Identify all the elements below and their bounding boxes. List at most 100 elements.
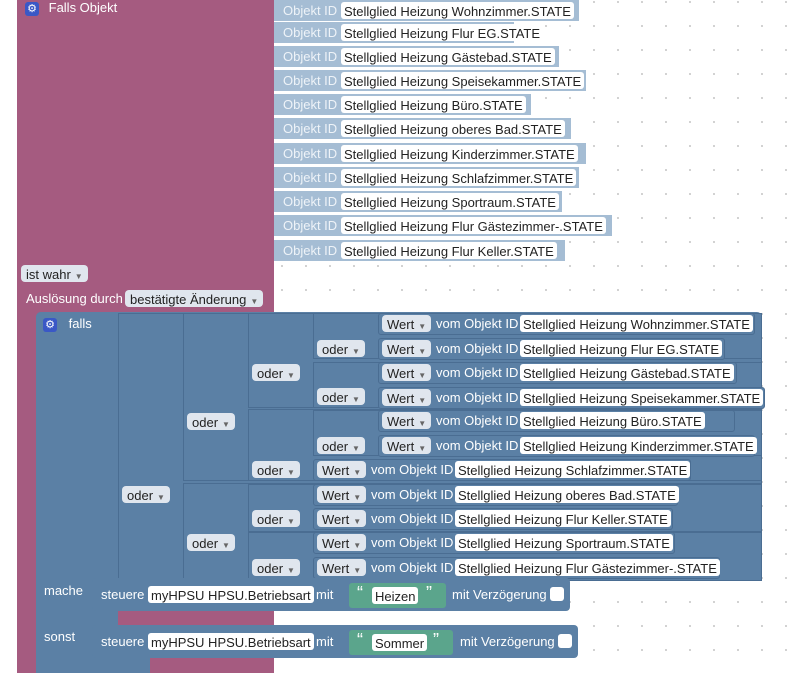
delay-checkbox[interactable]: [558, 634, 572, 648]
oder-dropdown[interactable]: oder ▼: [122, 486, 170, 503]
triangle-down-icon: ▼: [287, 566, 295, 575]
delay-checkbox[interactable]: [550, 587, 564, 601]
triangle-down-icon: ▼: [418, 322, 427, 331]
steuere-target-field[interactable]: myHPSU HPSU.Betriebsart: [148, 586, 314, 603]
wert-dropdown[interactable]: Wert ▼: [382, 364, 432, 381]
wert-dropdown[interactable]: Wert ▼: [382, 389, 432, 406]
sommer-field[interactable]: Sommer: [372, 634, 428, 651]
wert-dropdown[interactable]: Wert ▼: [317, 534, 367, 551]
object-id-field[interactable]: Stellglied Heizung Wohnzimmer.STATE: [341, 2, 574, 19]
condition-object-field[interactable]: Stellglied Heizung Büro.STATE: [520, 412, 705, 429]
wert-dropdown[interactable]: Wert ▼: [382, 315, 432, 332]
condition-dropdown[interactable]: ist wahr ▼: [21, 265, 88, 282]
object-id-field[interactable]: Stellglied Heizung Kinderzimmer.STATE: [341, 145, 578, 162]
vom-objekt-label: vom Objekt ID: [436, 341, 519, 356]
condition-object-field[interactable]: Stellglied Heizung Gästebad.STATE: [520, 364, 734, 381]
wert-dropdown[interactable]: Wert ▼: [317, 461, 367, 478]
condition-object-field[interactable]: Stellglied Heizung Wohnzimmer.STATE: [520, 315, 753, 332]
oder-dropdown[interactable]: oder ▼: [252, 559, 300, 576]
object-id-field[interactable]: Stellglied Heizung Flur EG.STATE: [341, 24, 544, 41]
object-id-field[interactable]: Stellglied Heizung oberes Bad.STATE: [341, 120, 565, 137]
object-id-field[interactable]: Stellglied Heizung Sportraum.STATE: [341, 193, 559, 210]
condition-object-field[interactable]: Stellglied Heizung Flur Gästezimmer-.STA…: [455, 559, 720, 576]
oder-text: oder: [257, 512, 284, 527]
heizen-field[interactable]: Heizen: [372, 587, 419, 604]
wert-text: Wert: [322, 488, 350, 503]
vom-objekt-label: vom Objekt ID: [436, 365, 519, 380]
object-id-label: Objekt ID: [283, 3, 338, 18]
oder-dropdown[interactable]: oder ▼: [252, 461, 300, 478]
triangle-down-icon: ▼: [74, 272, 83, 281]
object-id-field[interactable]: Stellglied Heizung Büro.STATE: [341, 96, 526, 113]
condition-object-field[interactable]: Stellglied Heizung Speisekammer.STATE: [520, 389, 764, 406]
triangle-down-icon: ▼: [352, 444, 360, 453]
triangle-down-icon: ▼: [250, 297, 259, 306]
vom-objekt-label: vom Objekt ID: [371, 462, 454, 477]
triangle-down-icon: ▼: [353, 468, 362, 477]
wert-text: Wert: [322, 512, 350, 527]
wert-text: Wert: [322, 536, 350, 551]
condition-object-field[interactable]: Stellglied Heizung oberes Bad.STATE: [455, 486, 679, 503]
trigger-dropdown[interactable]: bestätigte Änderung ▼: [125, 290, 264, 307]
object-id-label: Objekt ID: [283, 194, 338, 209]
vom-objekt-label: vom Objekt ID: [371, 535, 454, 550]
oder-dropdown[interactable]: oder ▼: [187, 413, 235, 430]
wert-dropdown[interactable]: Wert ▼: [382, 412, 432, 429]
wert-dropdown[interactable]: Wert ▼: [317, 486, 367, 503]
wert-dropdown[interactable]: Wert ▼: [317, 559, 367, 576]
triangle-down-icon: ▼: [418, 444, 427, 453]
gear-icon[interactable]: ⚙: [25, 1, 39, 16]
oder-text: oder: [322, 342, 349, 357]
triangle-down-icon: ▼: [287, 371, 295, 380]
triangle-down-icon: ▼: [353, 517, 362, 526]
condition-object-field[interactable]: Stellglied Heizung Schlafzimmer.STATE: [455, 461, 691, 478]
object-id-field[interactable]: Stellglied Heizung Flur Gästezimmer-.STA…: [341, 217, 606, 234]
vom-objekt-label: vom Objekt ID: [436, 390, 519, 405]
oder-text: oder: [127, 488, 154, 503]
oder-dropdown[interactable]: oder ▼: [252, 510, 300, 527]
vom-objekt-label: vom Objekt ID: [436, 316, 519, 331]
object-id-field[interactable]: Stellglied Heizung Flur Keller.STATE: [341, 242, 557, 259]
oder-text: oder: [192, 536, 219, 551]
vom-objekt-label: vom Objekt ID: [371, 560, 454, 575]
mit-label: mit: [316, 587, 334, 602]
vom-objekt-label: vom Objekt ID: [436, 438, 519, 453]
condition-object-field[interactable]: Stellglied Heizung Flur EG.STATE: [520, 340, 723, 357]
object-id-field[interactable]: Stellglied Heizung Gästebad.STATE: [341, 48, 555, 65]
oder-dropdown[interactable]: oder ▼: [317, 340, 365, 357]
triangle-down-icon: ▼: [418, 371, 427, 380]
steuere-target-field[interactable]: myHPSU HPSU.Betriebsart: [148, 633, 314, 650]
condition-object-field[interactable]: Stellglied Heizung Sportraum.STATE: [455, 534, 673, 551]
wert-text: Wert: [387, 366, 415, 381]
object-id-label: Objekt ID: [283, 49, 338, 64]
triangle-down-icon: ▼: [222, 541, 230, 550]
vom-objekt-label: vom Objekt ID: [436, 413, 519, 428]
delay-label: mit Verzögerung: [452, 587, 547, 602]
triangle-down-icon: ▼: [287, 517, 295, 526]
oder-dropdown[interactable]: oder ▼: [317, 388, 365, 405]
oder-text: oder: [322, 390, 349, 405]
open-quote-icon: “: [357, 630, 363, 650]
wert-text: Wert: [387, 317, 415, 332]
wert-dropdown[interactable]: Wert ▼: [382, 340, 432, 357]
object-id-field[interactable]: Stellglied Heizung Speisekammer.STATE: [341, 72, 585, 89]
oder-dropdown[interactable]: oder ▼: [187, 534, 235, 551]
vom-objekt-label: vom Objekt ID: [371, 511, 454, 526]
object-id-field[interactable]: Stellglied Heizung Schlafzimmer.STATE: [341, 169, 577, 186]
falls-objekt-header: ⚙ Falls Objekt: [25, 0, 117, 16]
gear-icon[interactable]: ⚙: [43, 317, 57, 332]
wert-text: Wert: [387, 414, 415, 429]
wert-dropdown[interactable]: Wert ▼: [382, 437, 432, 454]
condition-object-field[interactable]: Stellglied Heizung Kinderzimmer.STATE: [520, 437, 757, 454]
object-id-label: Objekt ID: [283, 146, 338, 161]
triangle-down-icon: ▼: [353, 541, 362, 550]
oder-dropdown[interactable]: oder ▼: [252, 364, 300, 381]
wert-text: Wert: [387, 439, 415, 454]
oder-dropdown[interactable]: oder ▼: [317, 437, 365, 454]
if-else-block-foot: [36, 658, 150, 673]
oder-text: oder: [257, 366, 284, 381]
object-id-label: Objekt ID: [283, 121, 338, 136]
condition-object-field[interactable]: Stellglied Heizung Flur Keller.STATE: [455, 510, 671, 527]
steuere-label: steuere: [101, 634, 145, 649]
wert-dropdown[interactable]: Wert ▼: [317, 510, 367, 527]
